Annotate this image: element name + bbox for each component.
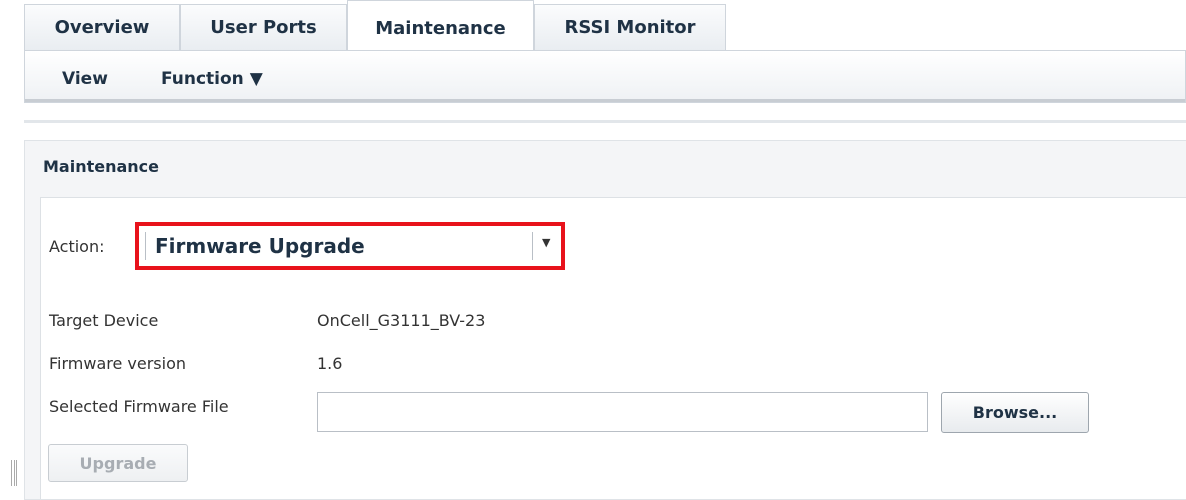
tab-bar: Overview User Ports Maintenance RSSI Mon… <box>24 0 726 50</box>
sub-navigation-bar: View Function ▼ <box>24 50 1186 103</box>
action-select-value: Firmware Upgrade <box>155 234 365 258</box>
target-device-label: Target Device <box>49 311 159 330</box>
divider <box>24 120 1186 123</box>
tab-maintenance[interactable]: Maintenance <box>347 0 534 50</box>
firmware-file-input[interactable] <box>317 392 928 432</box>
target-device-value: OnCell_G3111_BV-23 <box>317 311 486 330</box>
view-menu[interactable]: View <box>62 69 108 89</box>
select-border <box>145 232 146 260</box>
chevron-down-icon[interactable]: ▼ <box>542 236 550 249</box>
maintenance-panel: Maintenance <box>24 140 1186 500</box>
tab-user-ports[interactable]: User Ports <box>180 4 347 50</box>
select-divider <box>532 232 533 260</box>
tab-overview[interactable]: Overview <box>24 4 180 50</box>
panel-title: Maintenance <box>43 157 160 176</box>
action-select[interactable]: Firmware Upgrade ▼ <box>135 222 565 270</box>
resize-grip[interactable] <box>11 460 17 486</box>
action-label: Action: <box>49 237 105 256</box>
firmware-file-label: Selected Firmware File <box>49 397 229 416</box>
firmware-version-label: Firmware version <box>49 354 187 373</box>
firmware-version-value: 1.6 <box>317 354 343 373</box>
tab-rssi-monitor[interactable]: RSSI Monitor <box>534 4 726 50</box>
upgrade-button[interactable]: Upgrade <box>48 444 188 482</box>
function-menu[interactable]: Function ▼ <box>161 69 263 89</box>
browse-button[interactable]: Browse... <box>941 392 1089 433</box>
